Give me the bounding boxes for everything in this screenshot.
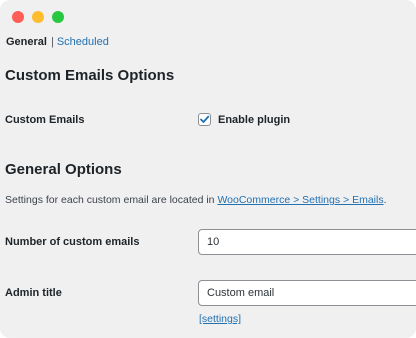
description-text: Settings for each custom email are locat…	[5, 194, 218, 206]
close-window-button[interactable]	[12, 11, 24, 23]
number-of-custom-emails-input[interactable]	[198, 229, 416, 255]
app-window: General | Scheduled Custom Emails Options …	[0, 0, 416, 338]
admin-title-label: Admin title	[5, 287, 62, 299]
subnav-separator: |	[50, 36, 54, 48]
enable-plugin-checkbox[interactable]	[198, 113, 211, 126]
description-suffix: .	[383, 194, 387, 206]
maximize-window-button[interactable]	[52, 11, 64, 23]
subnav-scheduled[interactable]: Scheduled	[57, 36, 109, 48]
settings-link[interactable]: [settings]	[199, 313, 241, 325]
settings-description: Settings for each custom email are locat…	[5, 194, 387, 206]
admin-title-input[interactable]	[198, 280, 416, 306]
custom-emails-options-heading: Custom Emails Options	[5, 67, 175, 84]
general-options-heading: General Options	[5, 161, 122, 178]
title-bar	[0, 0, 416, 30]
custom-emails-label: Custom Emails	[5, 114, 85, 126]
section-subnav: General | Scheduled	[6, 36, 109, 48]
woocommerce-emails-link[interactable]: WooCommerce > Settings > Emails	[217, 194, 383, 206]
subnav-general[interactable]: General	[6, 36, 47, 48]
number-of-custom-emails-label: Number of custom emails	[5, 236, 140, 248]
enable-plugin-label[interactable]: Enable plugin	[218, 114, 290, 126]
minimize-window-button[interactable]	[32, 11, 44, 23]
checkmark-icon	[200, 115, 210, 123]
